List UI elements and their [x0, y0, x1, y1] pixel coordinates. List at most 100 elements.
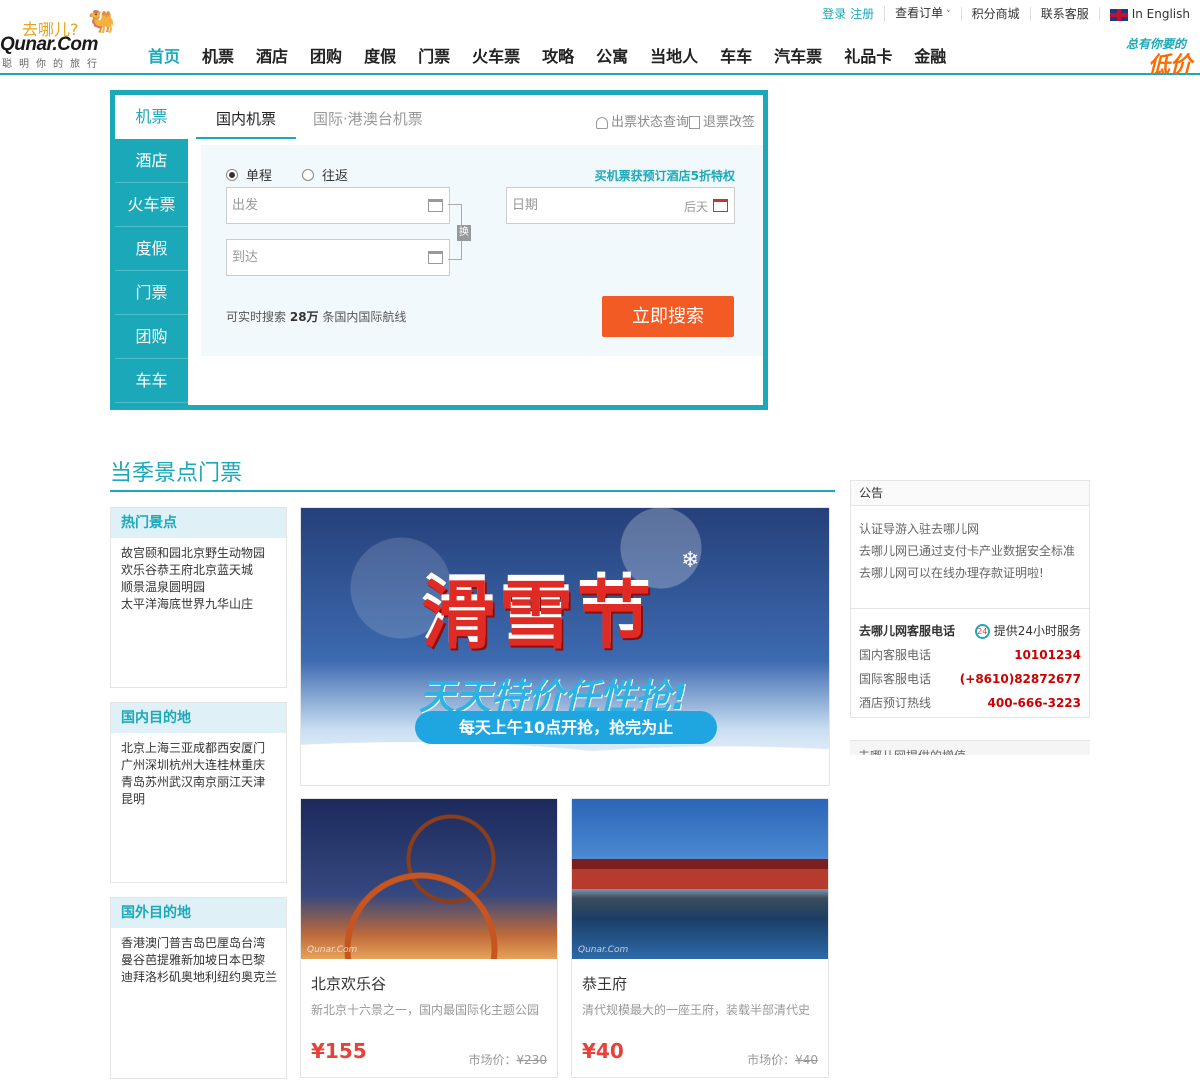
product-image[interactable]: Qunar.Com [301, 799, 557, 959]
side-tab-car[interactable]: 车车 [115, 359, 188, 403]
swap-cities-button[interactable]: 换 [457, 225, 471, 241]
nav-item-tickets[interactable]: 门票 [418, 46, 450, 74]
trip-oneway-radio[interactable]: 单程 [226, 165, 272, 184]
product-card[interactable]: Qunar.Com 恭王府 清代规模最大的一座王府，装载半部清代史 ¥40 市场… [571, 798, 829, 1078]
notice-item[interactable]: 去哪儿网可以在线办理存款证明啦! [859, 566, 1044, 580]
list-item[interactable]: 欢乐谷 [121, 561, 157, 578]
list-item[interactable]: 南京 [193, 773, 217, 790]
nav-item-car[interactable]: 车车 [720, 46, 752, 74]
list-item[interactable]: 香港 [121, 934, 145, 951]
list-item[interactable]: 巴黎 [241, 951, 265, 968]
list-item[interactable]: 深圳 [145, 756, 169, 773]
date-field[interactable]: 后天 [506, 187, 735, 224]
list-item[interactable]: 北京野生动物园 [181, 544, 265, 561]
arrival-city-input[interactable] [227, 240, 407, 275]
nav-item-train[interactable]: 火车票 [472, 46, 520, 74]
orders-menu[interactable]: 查看订单 ˅ [884, 6, 961, 22]
list-item[interactable]: 巴厘岛 [205, 934, 241, 951]
refund-change-link[interactable]: 退票改签 [688, 111, 755, 130]
side-tab-tickets[interactable]: 门票 [115, 271, 188, 315]
hotel-discount-link[interactable]: 买机票获预订酒店5折特权 [595, 167, 735, 184]
side-tab-vacation[interactable]: 度假 [115, 227, 188, 271]
product-card[interactable]: Qunar.Com 北京欢乐谷 新北京十六景之一，国内最国际化主题公园 ¥155… [300, 798, 558, 1078]
list-item[interactable]: 丽江 [217, 773, 241, 790]
calendar-icon[interactable] [713, 199, 728, 212]
date-input[interactable] [507, 188, 687, 223]
nav-item-home[interactable]: 首页 [148, 46, 180, 74]
list-item[interactable]: 奥地利 [181, 968, 217, 985]
login-link[interactable]: 登录 [822, 7, 846, 21]
nav-item-apartments[interactable]: 公寓 [596, 46, 628, 74]
product-name[interactable]: 恭王府 [582, 973, 627, 994]
nav-item-hotels[interactable]: 酒店 [256, 46, 288, 74]
nav-item-groupbuy[interactable]: 团购 [310, 46, 342, 74]
list-item[interactable]: 普吉岛 [169, 934, 205, 951]
qunar-logo[interactable]: 去哪儿? 🐫 Qunar.Com 聪明你的旅行 [0, 10, 132, 70]
list-item[interactable]: 北京 [121, 739, 145, 756]
list-item[interactable]: 重庆 [241, 756, 265, 773]
list-item[interactable]: 颐和园 [145, 544, 181, 561]
list-item[interactable]: 奥克兰 [241, 968, 277, 985]
list-item[interactable]: 顺景温泉 [121, 578, 169, 595]
list-item[interactable]: 恭王府 [157, 561, 193, 578]
list-item[interactable]: 成都 [193, 739, 217, 756]
list-item[interactable]: 西安 [217, 739, 241, 756]
list-item[interactable]: 故宫 [121, 544, 145, 561]
product-image[interactable]: Qunar.Com [572, 799, 828, 959]
contact-service-link[interactable]: 联系客服 [1029, 7, 1099, 21]
side-tab-train[interactable]: 火车票 [115, 183, 188, 227]
side-tab-groupbuy[interactable]: 团购 [115, 315, 188, 359]
register-link[interactable]: 注册 [850, 7, 874, 21]
nav-item-flights[interactable]: 机票 [202, 46, 234, 74]
list-item[interactable]: 三亚 [169, 739, 193, 756]
list-item[interactable]: 武汉 [169, 773, 193, 790]
departure-city-field[interactable] [226, 187, 450, 224]
nav-item-locals[interactable]: 当地人 [650, 46, 698, 74]
side-tab-flights[interactable]: 机票 [115, 95, 188, 139]
side-tab-hotels[interactable]: 酒店 [115, 139, 188, 183]
departure-city-input[interactable] [227, 188, 407, 223]
tab-international-flights[interactable]: 国际·港澳台机票 [293, 95, 443, 139]
search-button[interactable]: 立即搜索 [602, 296, 734, 337]
notice-item[interactable]: 去哪儿网已通过支付卡产业数据安全标准 [859, 544, 1075, 558]
city-list-icon[interactable] [428, 251, 443, 264]
ski-festival-banner[interactable]: 滑雪节 ❄ 天天特价任性抢! 每天上午10点开抢，抢完为止 [300, 507, 830, 786]
nav-item-giftcard[interactable]: 礼品卡 [844, 46, 892, 74]
list-item[interactable]: 台湾 [241, 934, 265, 951]
trip-roundtrip-radio[interactable]: 往返 [302, 165, 348, 184]
ticket-status-link[interactable]: 出票状态查询 [595, 111, 689, 130]
list-item[interactable]: 苏州 [145, 773, 169, 790]
list-item[interactable]: 九华山庄 [205, 595, 253, 612]
list-item[interactable]: 洛杉矶 [145, 968, 181, 985]
list-item[interactable]: 昆明 [121, 790, 145, 807]
arrival-city-field[interactable] [226, 239, 450, 276]
list-item[interactable]: 新加坡 [181, 951, 217, 968]
list-item[interactable]: 日本 [217, 951, 241, 968]
list-item[interactable]: 太平洋海底世界 [121, 595, 205, 612]
nav-item-guides[interactable]: 攻略 [542, 46, 574, 74]
list-item[interactable]: 上海 [145, 739, 169, 756]
english-link[interactable]: In English [1098, 7, 1200, 21]
product-name[interactable]: 北京欢乐谷 [311, 973, 386, 994]
nav-item-finance[interactable]: 金融 [914, 46, 946, 74]
nav-item-bus[interactable]: 汽车票 [774, 46, 822, 74]
list-item[interactable]: 纽约 [217, 968, 241, 985]
list-item[interactable]: 天津 [241, 773, 265, 790]
notice-item[interactable]: 认证导游入驻去哪儿网 [859, 522, 979, 536]
nav-item-vacation[interactable]: 度假 [364, 46, 396, 74]
list-item[interactable]: 迪拜 [121, 968, 145, 985]
city-list-icon[interactable] [428, 199, 443, 212]
low-price-promo[interactable]: 总有你要的 低价 [1104, 35, 1192, 78]
list-item[interactable]: 厦门 [241, 739, 265, 756]
list-item[interactable]: 广州 [121, 756, 145, 773]
list-item[interactable]: 桂林 [217, 756, 241, 773]
list-item[interactable]: 澳门 [145, 934, 169, 951]
list-item[interactable]: 杭州 [169, 756, 193, 773]
points-mall-link[interactable]: 积分商城 [960, 7, 1030, 21]
list-item[interactable]: 大连 [193, 756, 217, 773]
list-item[interactable]: 芭提雅 [145, 951, 181, 968]
tab-domestic-flights[interactable]: 国内机票 [196, 95, 297, 139]
list-item[interactable]: 青岛 [121, 773, 145, 790]
list-item[interactable]: 北京蓝天城 [193, 561, 253, 578]
list-item[interactable]: 曼谷 [121, 951, 145, 968]
